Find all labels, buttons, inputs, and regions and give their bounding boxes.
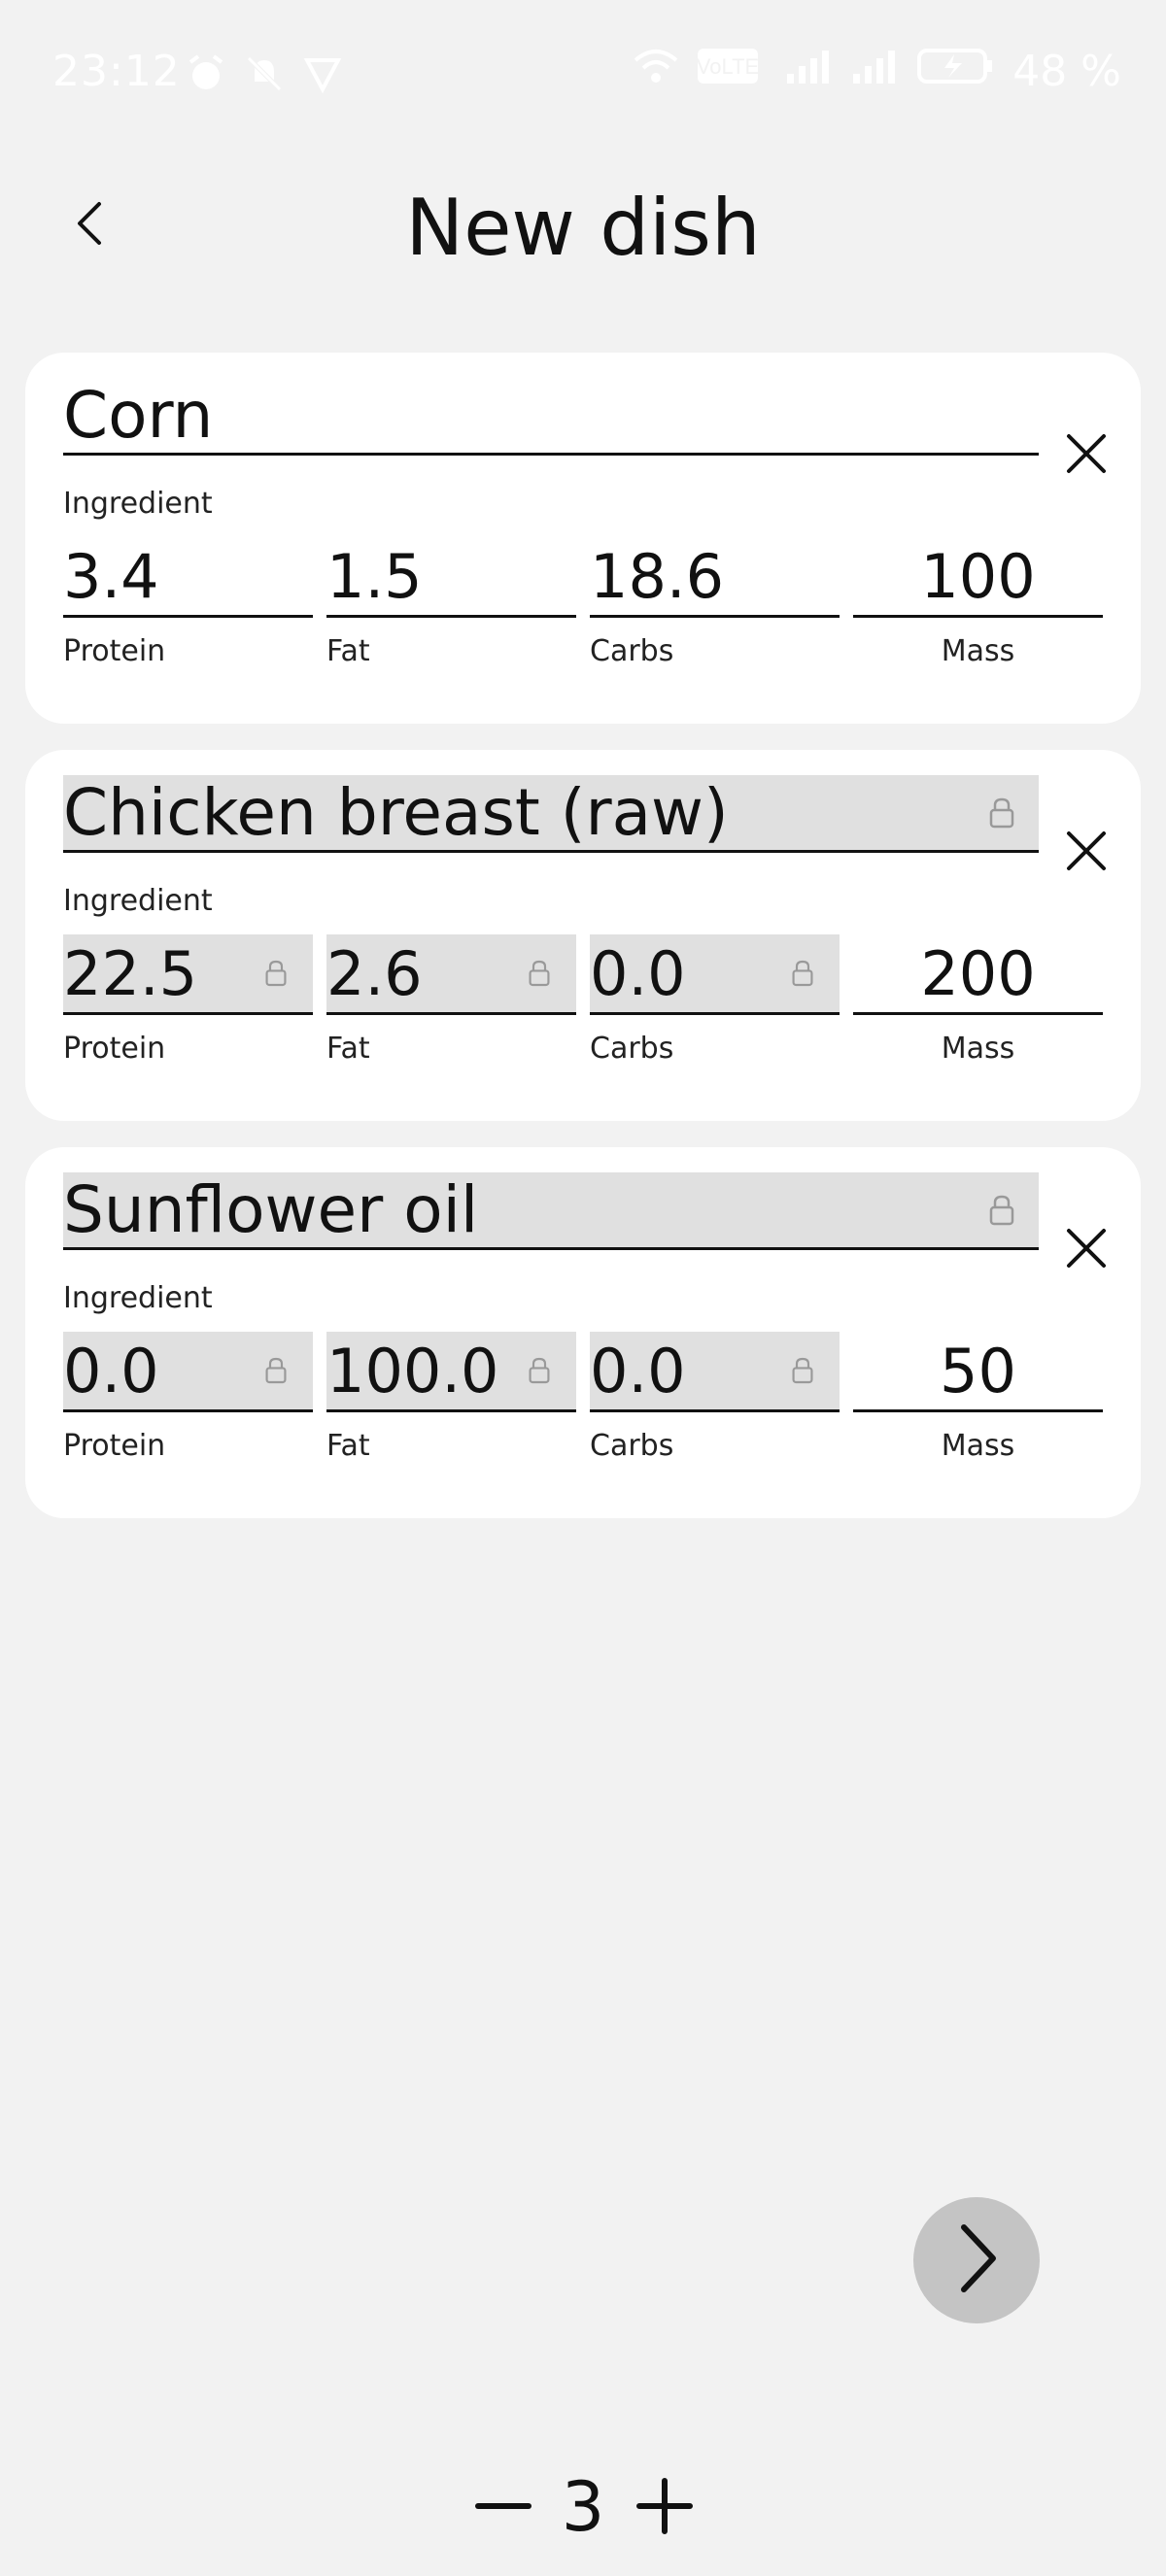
status-time: 23:12 xyxy=(52,47,181,96)
mute-icon xyxy=(245,54,284,104)
fat-label: Fat xyxy=(326,1032,370,1066)
fat-label: Fat xyxy=(326,1429,370,1463)
carbs-value: 0.0 xyxy=(590,937,686,1009)
ingredient-card: Corn Ingredient 3.4 1.5 18.6 100 Protein… xyxy=(25,353,1141,724)
battery-charging-icon xyxy=(917,47,995,96)
ingredient-name: Sunflower oil xyxy=(63,1172,479,1247)
lock-icon xyxy=(791,1356,814,1385)
plus-icon xyxy=(635,2478,694,2539)
remove-ingredient-button[interactable] xyxy=(1055,424,1117,487)
protein-value: 22.5 xyxy=(63,937,198,1009)
protein-label: Protein xyxy=(63,1429,166,1463)
mass-label: Mass xyxy=(941,1032,1015,1066)
protein-label: Protein xyxy=(63,634,166,668)
carbs-field[interactable]: 0.0 xyxy=(590,1332,840,1412)
carbs-label: Carbs xyxy=(590,634,674,668)
carbs-label: Carbs xyxy=(590,1032,674,1066)
lock-icon xyxy=(528,1356,551,1385)
fat-field[interactable]: 1.5 xyxy=(326,537,576,618)
mass-label: Mass xyxy=(941,1429,1015,1463)
carbs-value: 18.6 xyxy=(590,540,725,612)
counter-value: 3 xyxy=(561,2467,605,2547)
mass-value: 50 xyxy=(940,1335,1016,1407)
increment-button[interactable] xyxy=(635,2477,694,2535)
ingredient-name-field[interactable]: Sunflower oil xyxy=(63,1172,1039,1250)
ingredient-card: Sunflower oil Ingredient 0.0 100.0 0.0 5… xyxy=(25,1147,1141,1518)
ingredient-name-field[interactable]: Chicken breast (raw) xyxy=(63,775,1039,853)
protein-field[interactable]: 22.5 xyxy=(63,934,313,1015)
ingredient-name: Corn xyxy=(63,378,214,453)
lock-icon xyxy=(264,1356,288,1385)
ingredient-name: Chicken breast (raw) xyxy=(63,775,729,850)
fat-label: Fat xyxy=(326,634,370,668)
lock-icon xyxy=(791,959,814,988)
lock-icon xyxy=(264,959,288,988)
remove-ingredient-button[interactable] xyxy=(1055,822,1117,884)
fat-field[interactable]: 2.6 xyxy=(326,934,576,1015)
carbs-field[interactable]: 0.0 xyxy=(590,934,840,1015)
carbs-value: 0.0 xyxy=(590,1335,686,1407)
next-button[interactable] xyxy=(913,2197,1040,2323)
lock-icon xyxy=(988,1194,1015,1227)
carbs-label: Carbs xyxy=(590,1429,674,1463)
wifi-icon xyxy=(632,47,680,96)
mass-field[interactable]: 50 xyxy=(853,1332,1103,1412)
protein-label: Protein xyxy=(63,1032,166,1066)
status-bar: 23:12 VoLTE 48 % xyxy=(0,0,1166,146)
fat-value: 100.0 xyxy=(326,1335,499,1407)
minus-icon xyxy=(474,2503,532,2539)
protein-value: 0.0 xyxy=(63,1335,159,1407)
chevron-right-icon xyxy=(952,2221,1001,2299)
signal-icon xyxy=(785,47,834,96)
ingredient-list: Corn Ingredient 3.4 1.5 18.6 100 Protein… xyxy=(25,353,1141,1544)
protein-value: 3.4 xyxy=(63,540,159,612)
mass-value: 100 xyxy=(920,540,1036,612)
battery-percentage: 48 % xyxy=(1012,47,1121,96)
mass-value: 200 xyxy=(920,937,1036,1009)
fat-value: 1.5 xyxy=(326,540,423,612)
volte-icon: VoLTE xyxy=(697,47,768,96)
close-icon xyxy=(1065,830,1108,876)
vpn-icon xyxy=(303,54,342,104)
mass-label: Mass xyxy=(941,634,1015,668)
signal-icon xyxy=(851,47,900,96)
svg-text:VoLTE: VoLTE xyxy=(698,54,759,79)
decrement-button[interactable] xyxy=(474,2477,532,2535)
alarm-icon xyxy=(187,54,225,104)
lock-icon xyxy=(528,959,551,988)
protein-field[interactable]: 0.0 xyxy=(63,1332,313,1412)
ingredient-name-field[interactable]: Corn xyxy=(63,378,1039,456)
mass-field[interactable]: 100 xyxy=(853,537,1103,618)
portion-counter: 3 xyxy=(0,2467,1166,2555)
ingredient-card: Chicken breast (raw) Ingredient 22.5 2.6… xyxy=(25,750,1141,1121)
lock-icon xyxy=(988,797,1015,830)
ingredient-label: Ingredient xyxy=(63,884,213,918)
fat-field[interactable]: 100.0 xyxy=(326,1332,576,1412)
close-icon xyxy=(1065,432,1108,479)
close-icon xyxy=(1065,1227,1108,1273)
mass-field[interactable]: 200 xyxy=(853,934,1103,1015)
ingredient-label: Ingredient xyxy=(63,1281,213,1315)
carbs-field[interactable]: 18.6 xyxy=(590,537,840,618)
protein-field[interactable]: 3.4 xyxy=(63,537,313,618)
fat-value: 2.6 xyxy=(326,937,423,1009)
ingredient-label: Ingredient xyxy=(63,487,213,521)
header: New dish xyxy=(0,165,1166,282)
page-title: New dish xyxy=(405,183,761,273)
remove-ingredient-button[interactable] xyxy=(1055,1219,1117,1281)
